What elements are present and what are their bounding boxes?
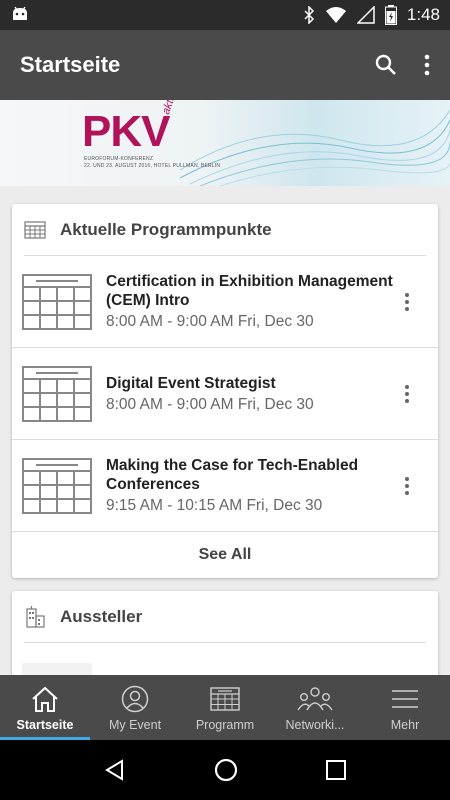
search-icon[interactable] [374,53,398,77]
android-icon [13,6,27,20]
nav-label: My Event [108,717,162,732]
more-vert-icon [405,476,409,495]
nav-tab-networking[interactable]: Networki... [270,675,360,740]
person-icon [121,685,149,712]
bluetooth-icon [304,6,314,24]
event-banner: PKV aktuell EUROFORUM-KONFERENZ 22. UND … [0,100,450,186]
building-icon [26,605,45,628]
status-bar: 1:48 [0,0,450,30]
session-more-button[interactable] [394,476,420,496]
session-title: Digital Event Strategist [106,374,276,392]
recents-icon[interactable] [325,759,347,781]
calendar-icon [22,457,92,514]
system-nav-bar [0,740,450,800]
calendar-icon [210,686,240,711]
signal-icon [356,6,375,24]
session-more-button[interactable] [394,384,420,404]
session-item[interactable]: Making the Case for Tech-Enabled Confere… [12,440,438,532]
home-circle-icon[interactable] [213,757,239,783]
back-icon[interactable] [103,758,127,782]
nav-label: Mehr [390,717,420,732]
program-card-header: Aktuelle Programmpunkte [24,204,426,256]
nav-label: Programm [195,717,255,732]
nav-tab-startseite[interactable]: Startseite [0,675,90,740]
nav-label: Networki... [285,717,345,732]
session-title: Certification in Exhibition Management (… [106,273,393,309]
home-icon [32,686,58,712]
more-vert-icon [405,292,409,311]
session-time: 9:15 AM - 10:15 AM Fri, Dec 30 [106,497,323,514]
calendar-icon [22,273,92,330]
session-item[interactable]: Certification in Exhibition Management (… [12,256,438,348]
banner-date: 22. UND 23. AUGUST 2016, HOTEL PULLMAN, … [84,163,221,169]
calendar-small-icon [24,220,46,239]
bottom-nav: Startseite My Event Programm Networki...… [0,675,450,740]
nav-tab-my-event[interactable]: My Event [90,675,180,740]
pkv-logo: PKV [82,107,170,156]
overflow-menu-icon[interactable] [424,53,430,77]
wave-graphic [180,109,450,186]
session-title: Making the Case for Tech-Enabled Confere… [106,457,359,493]
exhibitor-card-header: Aussteller [24,591,426,643]
menu-icon [392,689,418,708]
session-more-button[interactable] [394,292,420,312]
people-icon [297,686,333,710]
session-item[interactable]: Digital Event Strategist 8:00 AM - 9:00 … [12,348,438,440]
more-vert-icon [405,384,409,403]
exhibitor-card: Aussteller [12,591,438,681]
wifi-icon [325,7,346,23]
exhibitor-card-title: Aussteller [60,606,143,626]
calendar-icon [22,365,92,422]
battery-icon [384,5,397,25]
session-time: 8:00 AM - 9:00 AM Fri, Dec 30 [106,313,314,330]
banner-tagline: EUROFORUM-KONFERENZ [84,156,154,162]
see-all-button[interactable]: See All [12,532,438,577]
session-time: 8:00 AM - 9:00 AM Fri, Dec 30 [106,395,314,413]
status-time: 1:48 [406,5,440,24]
program-card: Aktuelle Programmpunkte Certification in… [12,204,438,578]
program-card-title: Aktuelle Programmpunkte [60,219,272,239]
nav-tab-programm[interactable]: Programm [180,675,270,740]
nav-tab-mehr[interactable]: Mehr [360,675,450,740]
app-bar: Startseite [0,30,450,100]
nav-label: Startseite [16,717,74,732]
page-title: Startseite [20,52,121,77]
